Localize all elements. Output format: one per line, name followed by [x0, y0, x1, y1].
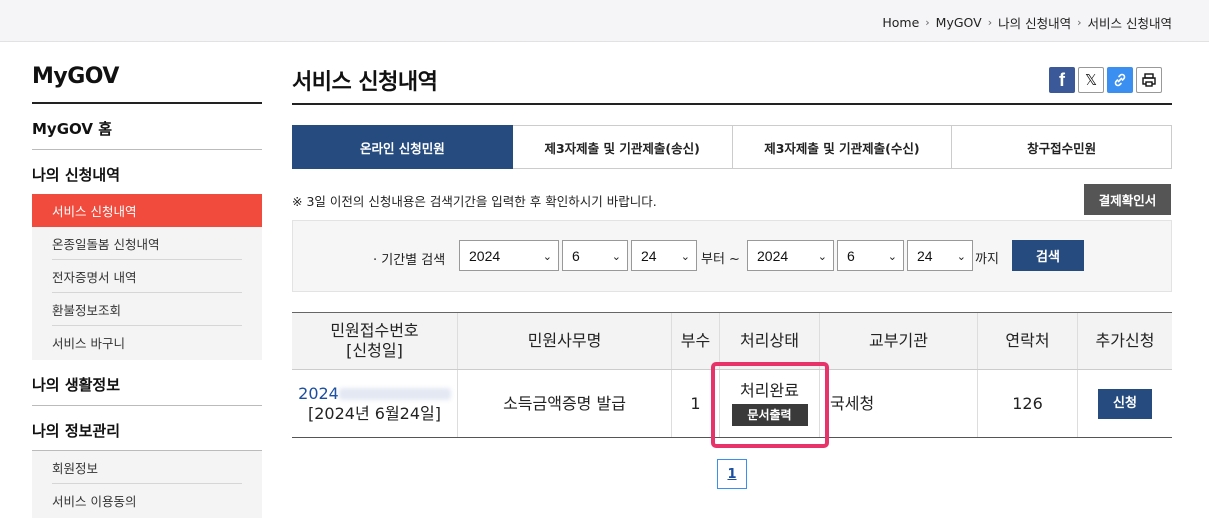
- header-receipt-no: 민원접수번호 [신청일]: [292, 313, 458, 369]
- from-year-select[interactable]: 2024 ⌄: [459, 240, 559, 271]
- sidebar-item-info-management[interactable]: 나의 정보관리: [32, 406, 262, 451]
- sidebar-item-service-consent[interactable]: 서비스 이용동의: [52, 484, 242, 517]
- header-receipt-no-label: 민원접수번호: [330, 321, 419, 340]
- breadcrumb-mygov[interactable]: MyGOV: [936, 15, 982, 30]
- main-content: 서비스 신청내역 f 𝕏 온라인 신청민원 제3자제출 및 기관제출(송신) 제…: [292, 42, 1172, 518]
- breadcrumb-home[interactable]: Home: [882, 15, 919, 30]
- tab-third-party-received[interactable]: 제3자제출 및 기관제출(수신): [732, 125, 953, 169]
- document-print-button[interactable]: 문서출력: [731, 404, 808, 426]
- sidebar-item-service-basket[interactable]: 서비스 바구니: [52, 326, 242, 359]
- sidebar-item-service-applications[interactable]: 서비스 신청내역: [32, 194, 262, 227]
- link-icon[interactable]: [1107, 67, 1133, 93]
- cell-status: 처리완료 문서출력: [720, 370, 820, 437]
- payment-receipt-button[interactable]: 결제확인서: [1084, 184, 1171, 215]
- header-apply-date-label: [신청일]: [346, 341, 403, 360]
- sidebar-item-childcare-applications[interactable]: 온종일돌봄 신청내역: [52, 227, 242, 260]
- pagination-page-1[interactable]: 1: [717, 459, 747, 489]
- share-toolbar: f 𝕏: [1049, 67, 1162, 93]
- breadcrumb: Home › MyGOV › 나의 신청내역 › 서비스 신청내역: [882, 13, 1172, 32]
- receipt-number-link[interactable]: 2024: [298, 384, 451, 404]
- page-title: 서비스 신청내역: [292, 70, 438, 95]
- cell-receipt-no: 2024 [2024년 6월24일]: [292, 370, 458, 437]
- to-year-value: 2024: [757, 247, 789, 264]
- header-extra: 추가신청: [1078, 313, 1172, 369]
- from-year-value: 2024: [469, 247, 501, 264]
- header-copies: 부수: [672, 313, 720, 369]
- to-year-select[interactable]: 2024 ⌄: [747, 240, 834, 271]
- chevron-right-icon: ›: [1077, 16, 1082, 29]
- x-icon[interactable]: 𝕏: [1078, 67, 1104, 93]
- sidebar-item-life-info[interactable]: 나의 생활정보: [32, 360, 262, 406]
- chevron-down-icon: ⌄: [817, 251, 827, 263]
- top-bar: Home › MyGOV › 나의 신청내역 › 서비스 신청내역: [0, 0, 1209, 42]
- header-service-name-label: 민원사무명: [527, 331, 602, 350]
- sidebar: MyGOV MyGOV 홈 나의 신청내역 서비스 신청내역 온종일돌봄 신청내…: [32, 42, 262, 518]
- chevron-down-icon: ⌄: [542, 251, 552, 263]
- cell-contact: 126: [978, 370, 1078, 437]
- tab-counter-applications[interactable]: 창구접수민원: [952, 125, 1172, 169]
- notice-text: ※ 3일 이전의 신청내용은 검색기간을 입력한 후 확인하시기 바랍니다.: [292, 194, 657, 209]
- from-suffix: 부터 ~: [701, 252, 740, 267]
- sidebar-item-mygov-home[interactable]: MyGOV 홈: [32, 104, 262, 150]
- sidebar-item-member-info[interactable]: 회원정보: [52, 451, 242, 484]
- cell-copies: 1: [672, 370, 720, 437]
- sidebar-submenu-applications: 서비스 신청내역 온종일돌봄 신청내역 전자증명서 내역 환불정보조회 서비스 …: [32, 194, 262, 360]
- chevron-right-icon: ›: [987, 16, 993, 29]
- redacted-receipt-number: [338, 388, 451, 400]
- sidebar-submenu-info: 회원정보 서비스 이용동의: [32, 451, 262, 518]
- chevron-right-icon: ›: [925, 16, 930, 29]
- breadcrumb-current[interactable]: 서비스 신청내역: [1088, 13, 1172, 32]
- agency-value: 국세청: [830, 393, 875, 413]
- chevron-down-icon: ⌄: [611, 251, 621, 263]
- header-status: 처리상태: [720, 313, 820, 369]
- header-service-name: 민원사무명: [458, 313, 672, 369]
- search-panel: · 기간별 검색 2024 ⌄ 6 ⌄ 24 ⌄ 부터 ~ 2024 ⌄ 6 ⌄…: [292, 220, 1172, 292]
- copies-value: 1: [690, 393, 701, 413]
- chevron-down-icon: ⌄: [680, 251, 690, 263]
- apply-button[interactable]: 신청: [1098, 388, 1152, 419]
- cell-service-name: 소득금액증명 발급: [458, 370, 672, 437]
- apply-date: [2024년 6월24일]: [308, 403, 441, 423]
- period-search-label: · 기간별 검색: [373, 253, 446, 268]
- header-extra-label: 추가신청: [1095, 331, 1155, 350]
- chevron-down-icon: ⌄: [956, 251, 966, 263]
- sidebar-item-my-applications[interactable]: 나의 신청내역: [32, 150, 262, 194]
- tab-third-party-sent[interactable]: 제3자제출 및 기관제출(송신): [512, 125, 733, 169]
- from-day-select[interactable]: 24 ⌄: [631, 240, 697, 271]
- title-divider: [292, 103, 1172, 105]
- breadcrumb-my-applications[interactable]: 나의 신청내역: [998, 13, 1071, 32]
- facebook-icon[interactable]: f: [1049, 67, 1075, 93]
- header-contact: 연락처: [978, 313, 1078, 369]
- tab-online-applications[interactable]: 온라인 신청민원: [292, 125, 513, 169]
- from-month-select[interactable]: 6 ⌄: [562, 240, 628, 271]
- contact-value: 126: [1012, 393, 1043, 413]
- to-month-select[interactable]: 6 ⌄: [837, 240, 904, 271]
- header-status-label: 처리상태: [740, 331, 799, 350]
- status-value: 처리완료: [740, 381, 799, 400]
- cell-extra: 신청: [1078, 370, 1172, 437]
- to-day-select[interactable]: 24 ⌄: [907, 240, 973, 271]
- service-name: 소득금액증명 발급: [503, 393, 626, 413]
- to-month-value: 6: [847, 247, 855, 264]
- chevron-down-icon: ⌄: [887, 251, 897, 263]
- header-contact-label: 연락처: [1005, 331, 1050, 350]
- receipt-number-text: 2024: [298, 383, 339, 403]
- sidebar-item-e-certificates[interactable]: 전자증명서 내역: [52, 260, 242, 293]
- tab-bar: 온라인 신청민원 제3자제출 및 기관제출(송신) 제3자제출 및 기관제출(수…: [292, 125, 1172, 169]
- header-agency-label: 교부기관: [869, 331, 928, 350]
- cell-agency: 국세청: [820, 370, 978, 437]
- to-suffix: 까지: [975, 252, 999, 267]
- sidebar-title: MyGOV: [32, 64, 119, 89]
- from-day-value: 24: [641, 247, 657, 264]
- table-row: 2024 [2024년 6월24일] 소득금액증명 발급 1 처리완료 문서출력…: [292, 370, 1172, 438]
- from-month-value: 6: [572, 247, 580, 264]
- search-button[interactable]: 검색: [1012, 240, 1084, 271]
- table-header: 민원접수번호 [신청일] 민원사무명 부수 처리상태 교부기관 연락처 추가신청: [292, 312, 1172, 370]
- header-agency: 교부기관: [820, 313, 978, 369]
- sidebar-item-refund-info[interactable]: 환불정보조회: [52, 293, 242, 326]
- header-copies-label: 부수: [680, 331, 711, 350]
- to-day-value: 24: [917, 247, 933, 264]
- print-icon[interactable]: [1136, 67, 1162, 93]
